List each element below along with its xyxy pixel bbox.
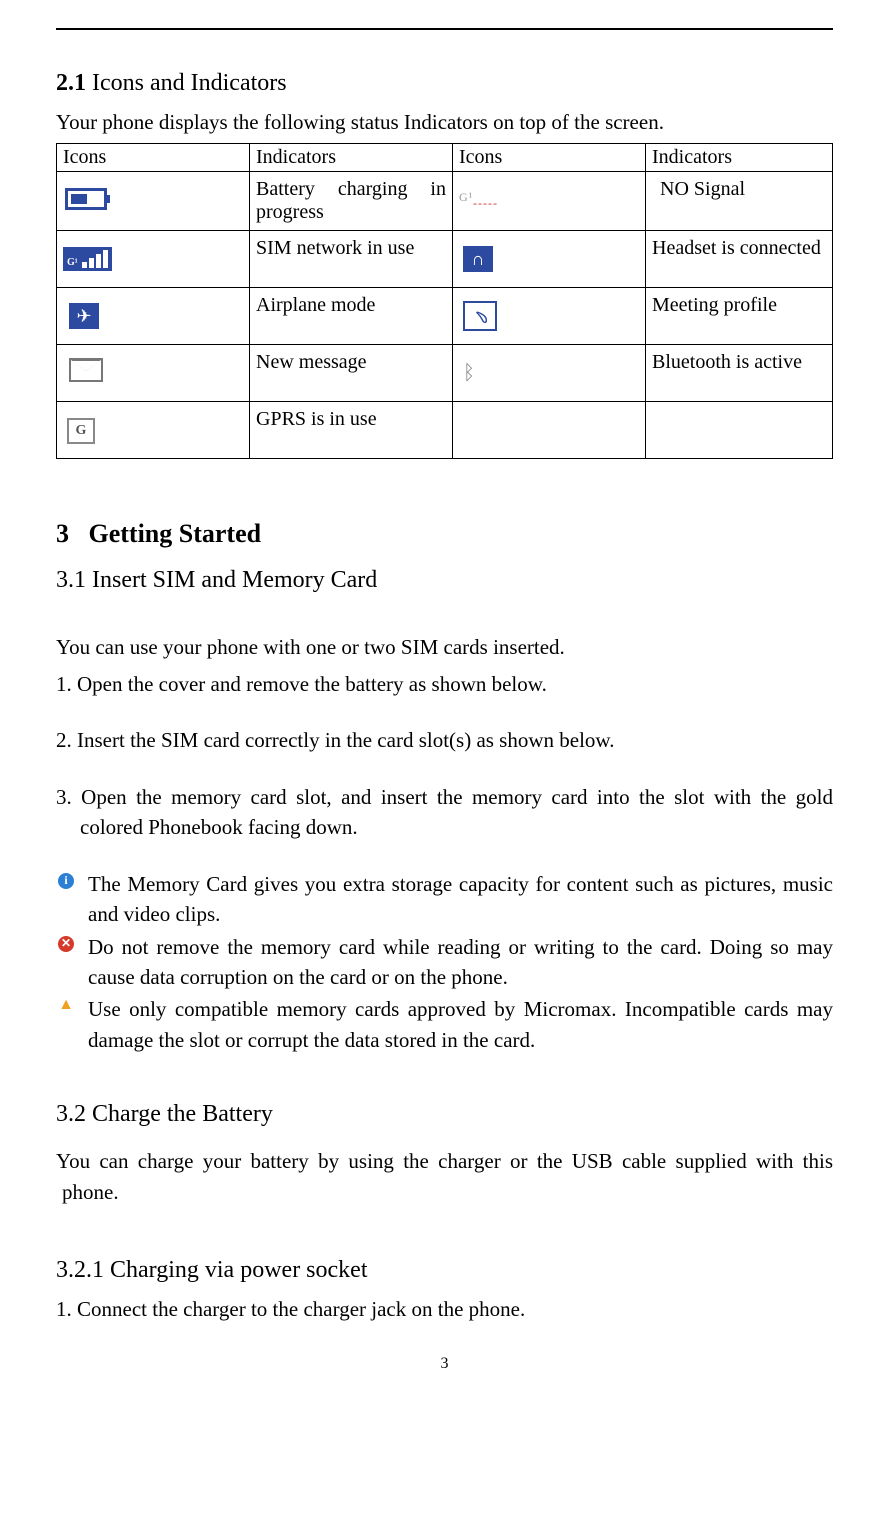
indicator-text: Headset is connected [646, 231, 833, 288]
header-rule [56, 28, 833, 30]
indicator-text: Meeting profile [646, 288, 833, 345]
section-2-1-heading: 2.1 Icons and Indicators [56, 70, 833, 97]
airplane-mode-icon: ✈ [69, 303, 99, 329]
table-row: G GPRS is in use [57, 402, 833, 459]
icon-cell [57, 172, 250, 231]
headset-icon: ∩ [463, 246, 493, 272]
body-text: You can charge your battery by using the… [56, 1146, 833, 1207]
section-3-1-heading: 3.1 Insert SIM and Memory Card [56, 567, 833, 594]
note-text: Do not remove the memory card while read… [88, 935, 833, 989]
no-signal-icon: ----- [459, 196, 498, 211]
note-text: The Memory Card gives you extra storage … [88, 872, 833, 926]
table-row: ✈ Airplane mode ﹆ Meeting profile [57, 288, 833, 345]
section-title: Icons and Indicators [92, 70, 287, 96]
indicator-text: New message [250, 345, 453, 402]
error-icon: ✕ [58, 936, 74, 952]
indicator-text: Airplane mode [250, 288, 453, 345]
sim-network-icon: G¹ [63, 247, 112, 271]
step-text: 2. Insert the SIM card correctly in the … [56, 725, 833, 755]
table-row: Battery charging in progress ----- NO Si… [57, 172, 833, 231]
icon-cell [453, 402, 646, 459]
section-3-2-1-heading: 3.2.1 Charging via power socket [56, 1257, 833, 1284]
section-2-1-intro: Your phone displays the following status… [56, 107, 833, 137]
icon-cell [57, 345, 250, 402]
step-text: 1. Open the cover and remove the battery… [56, 669, 833, 699]
table-row: G¹ SIM network in use ∩ Headset is conne… [57, 231, 833, 288]
header-indicators-1: Indicators [250, 144, 453, 172]
header-icons-1: Icons [57, 144, 250, 172]
indicator-text: Battery charging in progress [250, 172, 453, 231]
page-number: 3 [56, 1355, 833, 1373]
step-text: 1. Connect the charger to the charger ja… [56, 1294, 833, 1324]
bluetooth-icon: ᛒ [463, 362, 475, 385]
step-text: 3. Open the memory card slot, and insert… [56, 782, 833, 843]
section-title: Getting Started [89, 519, 262, 548]
icon-cell: ﹆ [453, 288, 646, 345]
icon-cell: ᛒ [453, 345, 646, 402]
warning-icon: ▲ [58, 996, 74, 1012]
indicator-text: SIM network in use [250, 231, 453, 288]
icon-cell: ----- [453, 172, 646, 231]
header-indicators-2: Indicators [646, 144, 833, 172]
note-text: Use only compatible memory cards approve… [88, 997, 833, 1051]
header-icons-2: Icons [453, 144, 646, 172]
note-line: i The Memory Card gives you extra storag… [56, 869, 833, 930]
icon-cell: G¹ [57, 231, 250, 288]
note-line: ▲ Use only compatible memory cards appro… [56, 994, 833, 1055]
section-number: 2.1 [56, 70, 86, 96]
icon-cell: ✈ [57, 288, 250, 345]
battery-charging-icon [65, 188, 107, 210]
indicator-text: Bluetooth is active [646, 345, 833, 402]
info-icon: i [58, 873, 74, 889]
note-line: ✕ Do not remove the memory card while re… [56, 932, 833, 993]
indicator-text: NO Signal [646, 172, 833, 231]
section-3-heading: 3 Getting Started [56, 519, 833, 549]
gprs-icon: G [67, 418, 95, 444]
section-number: 3 [56, 519, 69, 548]
icon-cell: ∩ [453, 231, 646, 288]
new-message-icon [69, 358, 103, 382]
table-row: New message ᛒ Bluetooth is active [57, 345, 833, 402]
body-text: You can use your phone with one or two S… [56, 632, 833, 662]
table-header-row: Icons Indicators Icons Indicators [57, 144, 833, 172]
indicator-text [646, 402, 833, 459]
document-page: 2.1 Icons and Indicators Your phone disp… [0, 0, 889, 1393]
indicator-text: GPRS is in use [250, 402, 453, 459]
icon-cell: G [57, 402, 250, 459]
section-3-2-heading: 3.2 Charge the Battery [56, 1101, 833, 1128]
meeting-profile-icon: ﹆ [463, 301, 497, 331]
indicators-table: Icons Indicators Icons Indicators Batter… [56, 143, 833, 459]
